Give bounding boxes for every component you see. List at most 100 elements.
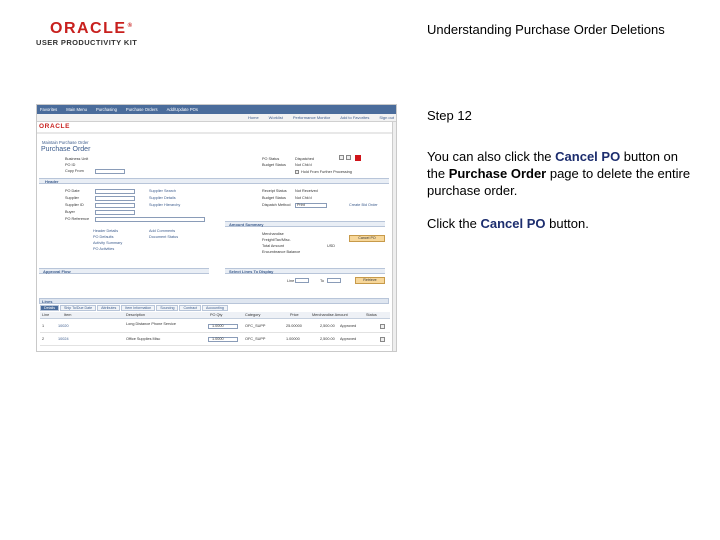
tab-details[interactable]: Details bbox=[40, 305, 59, 311]
brand-divider bbox=[37, 132, 396, 134]
nav-purchasing[interactable]: Purchasing bbox=[96, 107, 117, 112]
tab-contract[interactable]: Contract bbox=[179, 305, 202, 311]
po-reference-label: PO Reference bbox=[65, 217, 90, 221]
col-description: Description bbox=[126, 313, 145, 317]
notes-icon[interactable] bbox=[346, 155, 351, 160]
vertical-scrollbar[interactable] bbox=[392, 122, 396, 351]
col-line: Line bbox=[42, 313, 50, 317]
tab-attributes[interactable]: Attributes bbox=[97, 305, 121, 311]
step-label: Step 12 bbox=[427, 108, 472, 123]
supplier-details-link[interactable]: Supplier Details bbox=[149, 196, 176, 200]
budget-status-value-2: Not Chk'd bbox=[295, 196, 312, 200]
supplier-id-label: Supplier ID bbox=[65, 203, 84, 207]
header-details-link[interactable]: Header Details bbox=[93, 229, 118, 233]
table-row[interactable]: 2 10024 Office Supplies Misc 1.0000 OFC_… bbox=[40, 334, 390, 346]
row-description: Office Supplies Misc bbox=[126, 337, 161, 341]
freight-label: Freight/Tax/Misc. bbox=[262, 238, 291, 242]
row-line: 2 bbox=[42, 337, 45, 341]
supplier-hierarchy-link[interactable]: Supplier Hierarchy bbox=[149, 203, 180, 207]
document-title: Understanding Purchase Order Deletions bbox=[427, 22, 665, 37]
col-category: Category bbox=[245, 313, 261, 317]
line-from-field[interactable] bbox=[295, 278, 309, 283]
alert-icon[interactable] bbox=[355, 155, 361, 161]
tab-ship-to-due-date[interactable]: Ship To/Due Date bbox=[60, 305, 97, 311]
select-lines-title[interactable]: Select Lines To Display bbox=[229, 269, 273, 274]
instruction-text: You can also click the bbox=[427, 149, 556, 164]
row-qty: 1.0000 bbox=[212, 337, 224, 341]
encumbrance-balance-label: Encumbrance Balance bbox=[262, 250, 301, 254]
tab-accounting[interactable]: Accounting bbox=[202, 305, 228, 311]
tab-sourcing[interactable]: Sourcing bbox=[156, 305, 179, 311]
hold-from-processing: Hold From Further Processing bbox=[301, 170, 352, 174]
nav-add-update-pos[interactable]: Add/Update POs bbox=[167, 107, 198, 112]
nav-purchase-orders[interactable]: Purchase Orders bbox=[126, 107, 158, 112]
row-price: 1.00000 bbox=[286, 337, 300, 341]
breadcrumb: Maintain Purchase Order bbox=[42, 140, 89, 145]
po-date-field[interactable] bbox=[95, 189, 135, 194]
table-row[interactable]: 1 10020 Long Distance Phone Service 1.00… bbox=[40, 321, 390, 333]
row-edit-icon[interactable] bbox=[380, 324, 385, 329]
po-status-value: Dispatched bbox=[295, 157, 314, 161]
nav-favorites[interactable]: Favorites bbox=[40, 107, 57, 112]
supplier-id-field[interactable] bbox=[95, 203, 135, 208]
currency-code: USD bbox=[327, 244, 336, 248]
lines-column-header: Line Item Description PO Qty Category Pr… bbox=[40, 312, 390, 319]
supplier-field[interactable] bbox=[95, 196, 135, 201]
purchase-order-page-name: Purchase Order bbox=[448, 166, 547, 181]
dispatch-method-value: Print bbox=[297, 203, 305, 207]
cancel-po-command: Cancel PO bbox=[480, 216, 546, 231]
create-bid-order-link[interactable]: Create Bid Order bbox=[349, 203, 378, 207]
home-link[interactable]: Home bbox=[248, 115, 259, 120]
add-to-favorites-link[interactable]: Add to Favorites bbox=[340, 115, 369, 120]
action-instruction: Click the Cancel PO button. bbox=[427, 215, 697, 232]
activity-summary-link[interactable]: Activity Summary bbox=[93, 241, 122, 245]
po-id-label: PO ID bbox=[65, 163, 76, 167]
row-line: 1 bbox=[42, 324, 45, 328]
receipt-status-label: Receipt Status bbox=[262, 189, 287, 193]
line-label: Line bbox=[287, 279, 295, 283]
worklist-link[interactable]: Worklist bbox=[269, 115, 283, 120]
row-category: OFC_SUPP bbox=[245, 324, 266, 328]
row-item[interactable]: 10024 bbox=[58, 337, 69, 341]
document-status-link[interactable]: Document Status bbox=[149, 235, 178, 239]
row-item[interactable]: 10020 bbox=[58, 324, 69, 328]
sign-out-link[interactable]: Sign out bbox=[379, 115, 394, 120]
to-label: To bbox=[320, 279, 325, 283]
po-reference-field[interactable] bbox=[95, 217, 205, 222]
budget-status-value: Not Chk'd bbox=[295, 163, 312, 167]
row-price: 25.00000 bbox=[286, 324, 302, 328]
col-merchandise-amount: Merchandise Amount bbox=[312, 313, 348, 317]
row-amount: 2,500.00 bbox=[320, 337, 335, 341]
business-unit-label: Business Unit bbox=[65, 157, 89, 161]
po-activities-link[interactable]: PO Activities bbox=[93, 247, 114, 251]
buyer-field[interactable] bbox=[95, 210, 135, 215]
application-screenshot: Favorites Main Menu Purchasing Purchase … bbox=[36, 104, 397, 352]
header-section-title[interactable]: Header bbox=[45, 179, 59, 184]
nav-main-menu[interactable]: Main Menu bbox=[66, 107, 87, 112]
row-description: Long Distance Phone Service bbox=[126, 322, 177, 326]
add-comments-link[interactable]: Add Comments bbox=[149, 229, 175, 233]
page-title: Purchase Order bbox=[41, 146, 91, 153]
lines-tabs: Details Ship To/Due Date Attributes Item… bbox=[40, 305, 390, 311]
cancel-po-button[interactable]: Cancel PO bbox=[349, 235, 385, 242]
oracle-wordmark: ORACLE® bbox=[50, 20, 134, 37]
lines-grid-header: Lines bbox=[39, 298, 389, 304]
tab-item-information[interactable]: Item Information bbox=[121, 305, 156, 311]
po-defaults-link[interactable]: PO Defaults bbox=[93, 235, 113, 239]
oracle-brand: ORACLE bbox=[39, 123, 71, 130]
col-price: Price bbox=[290, 313, 299, 317]
retrieve-button[interactable]: Retrieve bbox=[355, 277, 385, 284]
print-icon[interactable] bbox=[339, 155, 344, 160]
row-edit-icon[interactable] bbox=[380, 337, 385, 342]
amount-summary-title[interactable]: Amount Summary bbox=[229, 222, 263, 227]
buyer-label: Buyer bbox=[65, 210, 75, 214]
supplier-search-link[interactable]: Supplier Search bbox=[149, 189, 176, 193]
line-to-field[interactable] bbox=[327, 278, 341, 283]
cancel-po-command: Cancel PO bbox=[555, 149, 621, 164]
copy-from-select[interactable] bbox=[95, 169, 125, 174]
upk-product-name: USER PRODUCTIVITY KIT bbox=[36, 38, 138, 47]
instruction-paragraph: You can also click the Cancel PO button … bbox=[427, 148, 697, 199]
approval-flow-title[interactable]: Approval Flow bbox=[43, 269, 71, 274]
hold-checkbox[interactable] bbox=[295, 170, 299, 174]
performance-monitor-link[interactable]: Performance Monitor bbox=[293, 115, 330, 120]
